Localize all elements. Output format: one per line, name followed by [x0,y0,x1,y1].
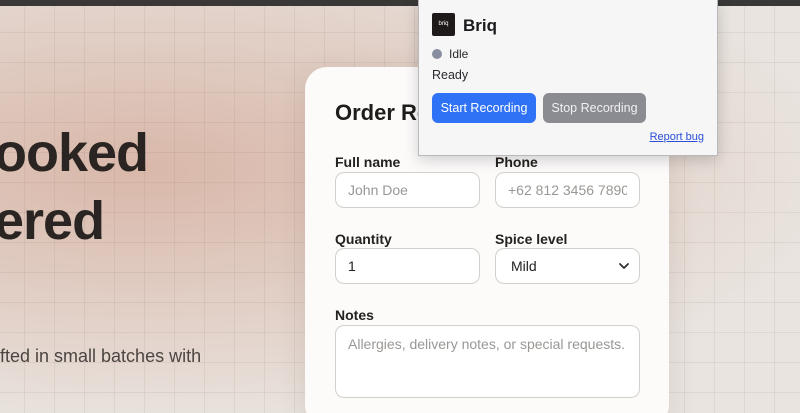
status-dot-icon [432,49,442,59]
chevron-down-icon [619,263,629,269]
phone-input[interactable] [495,172,640,208]
start-recording-button[interactable]: Start Recording [432,93,536,123]
phone-label: Phone [495,154,538,170]
form-title: Order Re [335,100,430,125]
status-label: Idle [449,47,469,61]
stop-recording-button[interactable]: Stop Recording [543,93,646,123]
full-name-label: Full name [335,154,401,170]
notes-label: Notes [335,307,374,323]
hero-heading-line-1: ooked [0,123,149,183]
ready-text: Ready [432,68,469,82]
briq-logo: briq [432,13,455,36]
spice-level-select[interactable]: Mild [495,248,640,284]
hero-description: fted in small batches with [0,346,202,366]
spice-level-label: Spice level [495,231,568,247]
extension-name: Briq [463,16,497,35]
report-bug-link[interactable]: Report bug [650,131,704,143]
quantity-label: Quantity [335,231,392,247]
spice-level-value: Mild [511,258,537,274]
full-name-input[interactable] [335,172,480,208]
hero-heading-line-2: ered [0,191,105,251]
notes-textarea[interactable] [335,325,640,398]
extension-popup: briq Briq Idle Ready Start Recording Sto… [418,0,718,156]
quantity-input[interactable] [335,248,480,284]
